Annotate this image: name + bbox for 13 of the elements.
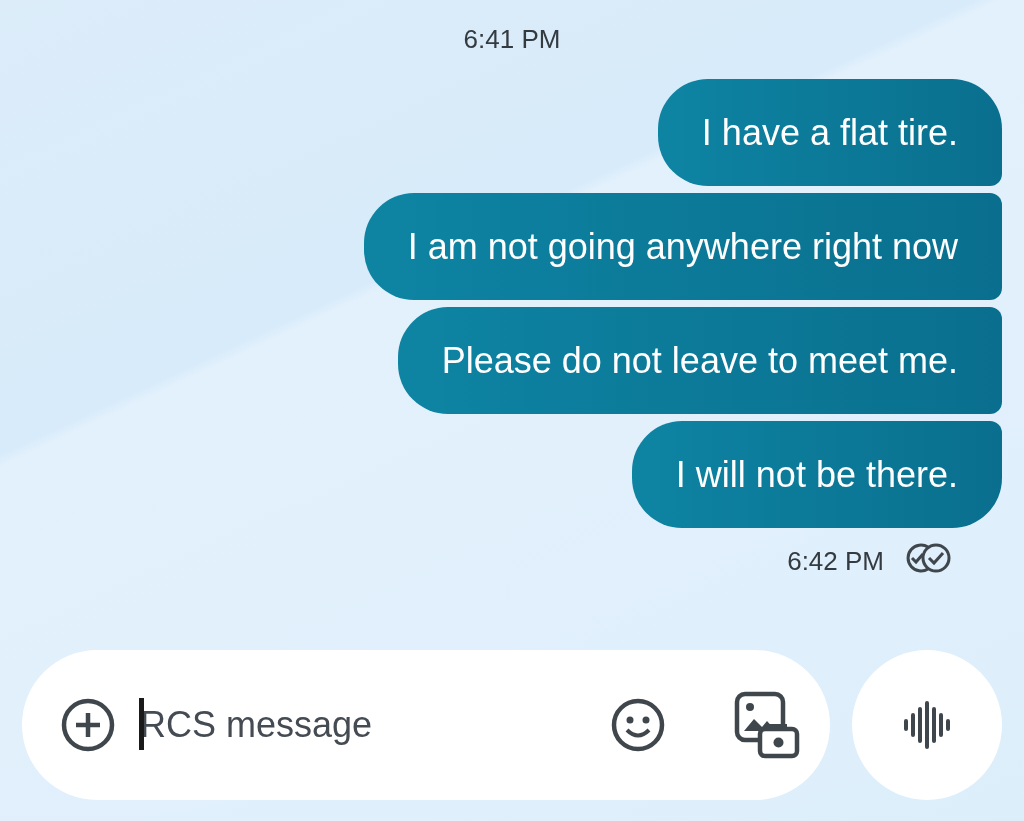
message-bubble: I have a flat tire.: [657, 79, 1002, 186]
emoji-button[interactable]: [610, 697, 666, 753]
timestamp: 6:41 PM: [463, 23, 561, 56]
waveform-icon: [903, 701, 951, 749]
timestamp: 6:42 PM: [787, 546, 884, 577]
message-bubble: I am not going anywhere right now: [363, 193, 1002, 300]
add-button[interactable]: [60, 697, 116, 753]
smiley-icon: [610, 697, 666, 753]
image-camera-icon: [734, 691, 800, 759]
message-bubble: Please do not leave to meet me.: [397, 307, 1002, 414]
gallery-button[interactable]: [734, 691, 800, 759]
message-bubble: I will not be there.: [631, 421, 1002, 528]
plus-icon: [60, 697, 116, 753]
